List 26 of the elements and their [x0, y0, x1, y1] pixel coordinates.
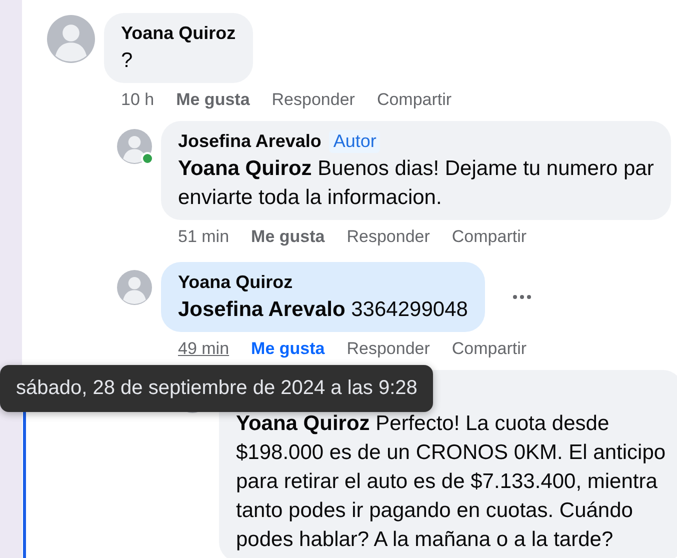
comment-text: Yoana Quiroz Buenos dias! Dejame tu numero par enviarte toda la informacion. — [178, 156, 654, 211]
author-name[interactable]: Josefina Arevalo — [178, 129, 322, 153]
avatar[interactable] — [117, 129, 152, 164]
author-name[interactable]: Yoana Quiroz — [121, 21, 236, 45]
comment-text: ? — [121, 48, 134, 74]
comment-time-link[interactable]: 49 min — [178, 338, 230, 360]
timestamp-tooltip: sábado, 28 de septiembre de 2024 a las 9:28 — [0, 365, 434, 412]
comment-text: Josefina Arevalo 3364299048 — [178, 297, 468, 323]
online-status-dot — [141, 152, 154, 165]
share-button[interactable]: Compartir — [376, 89, 452, 111]
more-options-icon[interactable] — [512, 294, 532, 300]
share-button[interactable]: Compartir — [452, 226, 527, 248]
comment-time-link[interactable]: 10 h — [121, 89, 154, 111]
reply-button[interactable]: Responder — [272, 89, 355, 111]
avatar[interactable] — [117, 270, 152, 305]
share-button[interactable]: Compartir — [452, 338, 527, 360]
reply-button[interactable]: Responder — [346, 226, 430, 248]
avatar[interactable] — [47, 15, 95, 63]
reply-button[interactable]: Responder — [346, 338, 430, 360]
like-button[interactable]: Me gusta — [176, 89, 250, 111]
comment-time-link[interactable]: 51 min — [178, 226, 230, 248]
like-button[interactable]: Me gusta — [251, 338, 325, 360]
like-button[interactable]: Me gusta — [251, 226, 325, 248]
author-badge: Autor — [329, 130, 380, 152]
comment-text: Yoana Quiroz Perfecto! La cuota desde $198.000 es de un CRONOS 0KM. El anticipo para retirar el auto es de $7.133.400, mientra tanto podes ir pagando en cuotas. Cuándo podes hablar? A la mañana o a la tarde? — [236, 411, 666, 553]
author-name[interactable]: Yoana Quiroz — [178, 270, 293, 294]
